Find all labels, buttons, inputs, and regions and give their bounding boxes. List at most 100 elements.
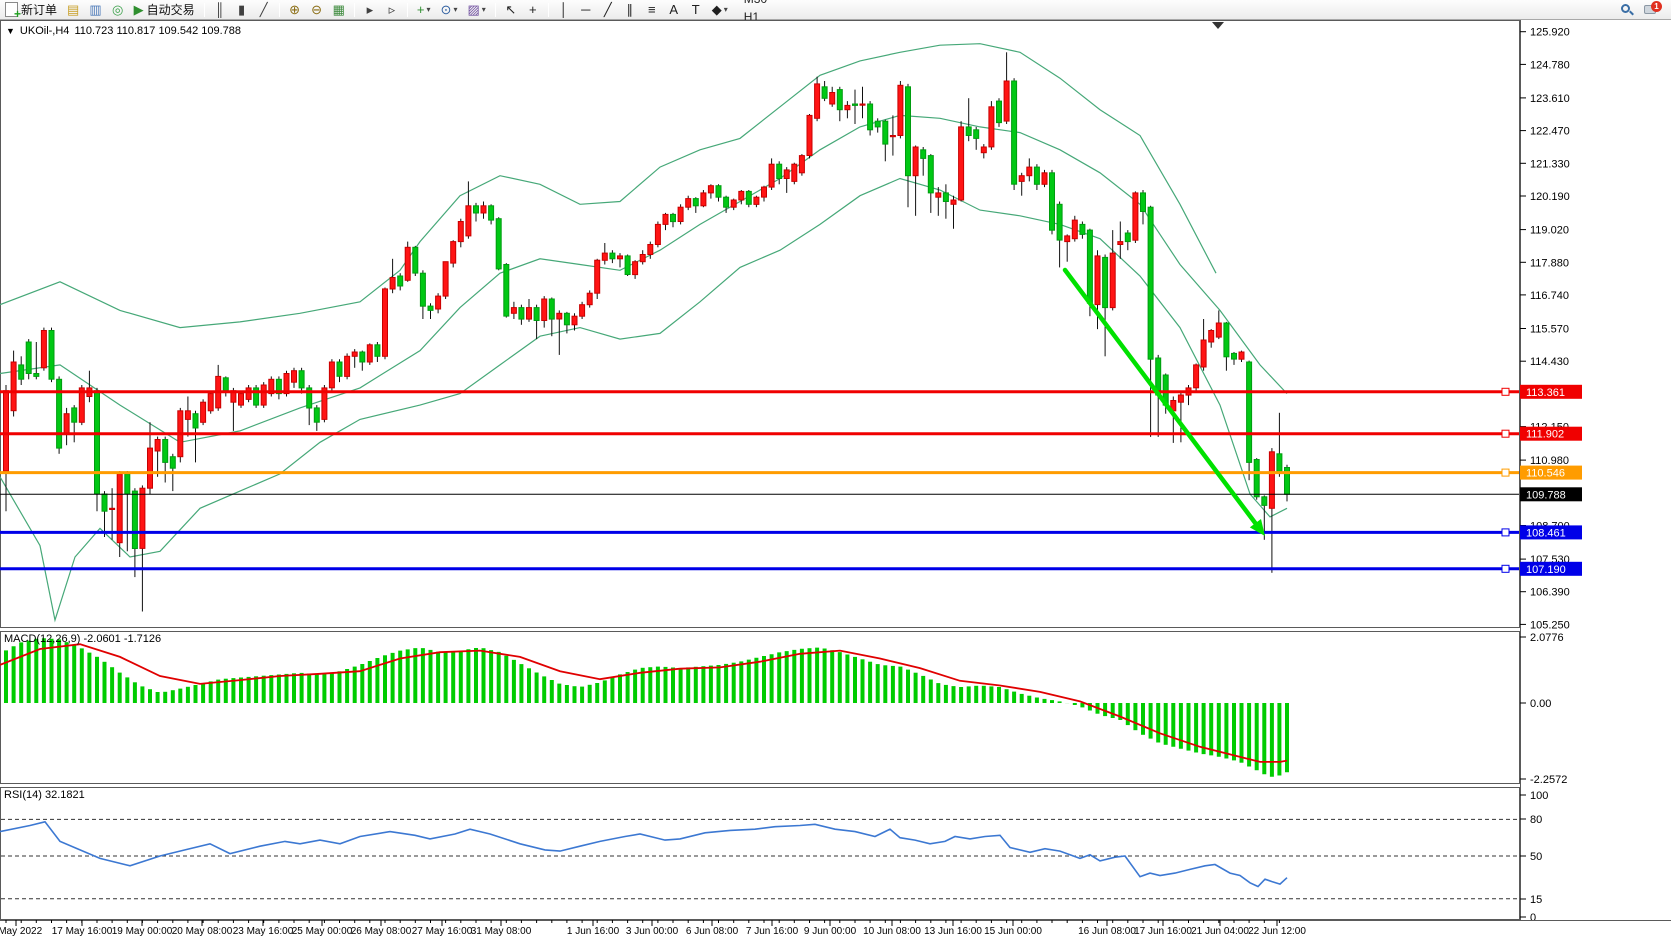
time-label: 27 May 16:00 [412, 926, 473, 937]
rsi-panel: 1008050150 [0, 790, 1548, 924]
toolbar-separator [204, 3, 205, 17]
text-label-button[interactable]: T [686, 1, 706, 19]
new-order-icon [5, 2, 18, 17]
svg-text:80: 80 [1530, 814, 1542, 826]
template-button[interactable]: ▨▾ [463, 1, 489, 19]
vertical-line-button[interactable]: │ [554, 1, 574, 19]
auto-scroll-button[interactable]: ▸ [360, 1, 380, 19]
chart-title: ▼ UKOil-,H4 110.723 110.817 109.542 109.… [6, 25, 241, 37]
timeframe-m30-button[interactable]: M30 [735, 0, 776, 8]
crosshair-button[interactable]: + [523, 1, 543, 19]
hline-110.546[interactable] [0, 469, 1519, 476]
tile-windows-icon: ▦ [333, 3, 345, 16]
svg-text:121.330: 121.330 [1530, 158, 1570, 170]
zoom-out-button[interactable]: ⊖ [307, 1, 327, 19]
svg-text:107.190: 107.190 [1526, 564, 1566, 576]
tile-windows-button[interactable]: ▦ [329, 1, 349, 19]
time-label: 25 May 00:00 [292, 926, 353, 937]
time-label: 10 Jun 08:00 [863, 926, 921, 937]
svg-text:109.788: 109.788 [1526, 489, 1566, 501]
time-label: 3 Jun 00:00 [626, 926, 679, 937]
hline-111.902[interactable] [0, 430, 1519, 437]
arrows-button[interactable]: ◆▾ [708, 1, 732, 19]
time-label: 15 Jun 00:00 [984, 926, 1042, 937]
equidistant-channel-button[interactable]: ∥ [620, 1, 640, 19]
line-chart-button[interactable]: ╱ [254, 1, 274, 19]
autotrading-icon: ▶ [134, 3, 144, 16]
toolbar-separator [548, 3, 549, 17]
text-button[interactable]: A [664, 1, 684, 19]
time-axis: 6 May 202217 May 16:0019 May 00:0020 May… [0, 920, 1671, 937]
svg-text:111.902: 111.902 [1526, 429, 1564, 441]
svg-text:15: 15 [1530, 894, 1542, 906]
time-label: 26 May 08:00 [351, 926, 412, 937]
new-order-label: 新订单 [21, 1, 57, 18]
one-click-trading-toggle[interactable]: ▼ [6, 26, 15, 36]
price-label-110.546: 110.546 [1520, 466, 1582, 480]
new-order-button[interactable]: 新订单 [1, 1, 61, 19]
price-axis: 125.920124.780123.610122.470121.330120.1… [1520, 27, 1570, 632]
candlestick-chart-button[interactable]: ▮ [232, 1, 252, 19]
symbols-button[interactable]: ▤ [63, 1, 83, 19]
autotrading-label: 自动交易 [147, 1, 195, 18]
rsi-line [0, 822, 1287, 887]
chart-canvas[interactable]: 125.920124.780123.610122.470121.330120.1… [0, 20, 1671, 937]
svg-text:110.980: 110.980 [1530, 455, 1569, 467]
search-button[interactable] [1616, 1, 1638, 19]
new-chart-icon: + [417, 3, 425, 16]
time-label: 19 May 00:00 [112, 926, 173, 937]
svg-text:125.920: 125.920 [1530, 27, 1570, 39]
horizontal-line-icon: ─ [581, 3, 590, 16]
notifications-button[interactable]: 1 [1640, 1, 1664, 19]
text-label-icon: T [692, 3, 700, 16]
svg-text:120.190: 120.190 [1530, 191, 1570, 203]
time-label: 7 Jun 16:00 [746, 926, 799, 937]
fibonacci-button[interactable]: ≡ [642, 1, 662, 19]
svg-text:122.470: 122.470 [1530, 126, 1570, 138]
zoom-in-icon: ⊕ [289, 3, 300, 16]
fibonacci-icon: ≡ [648, 3, 656, 16]
trend-arrow[interactable] [1065, 270, 1265, 536]
candlestick-chart-icon: ▮ [238, 3, 245, 16]
svg-text:110.546: 110.546 [1526, 468, 1565, 480]
horizontal-line-button[interactable]: ─ [576, 1, 596, 19]
price-label-111.902: 111.902 [1520, 427, 1582, 441]
price-label-108.461: 108.461 [1520, 525, 1582, 539]
notification-icon: 1 [1644, 3, 1660, 17]
bollinger-upper [0, 44, 1216, 328]
bar-chart-button[interactable]: ║ [210, 1, 230, 19]
svg-text:117.880: 117.880 [1530, 257, 1569, 269]
new-chart-button[interactable]: +▾ [413, 1, 435, 19]
cursor-button[interactable]: ↖ [501, 1, 521, 19]
panel-borders [1, 20, 1521, 920]
chevron-down-icon: ▾ [724, 5, 728, 14]
svg-text:106.390: 106.390 [1530, 587, 1570, 599]
chevron-down-icon: ▾ [453, 5, 457, 14]
zoom-in-button[interactable]: ⊕ [285, 1, 305, 19]
signals-button[interactable]: ◎ [108, 1, 128, 19]
time-label: 6 Jun 08:00 [686, 926, 739, 937]
hline-107.190[interactable] [0, 565, 1519, 572]
hline-108.461[interactable] [0, 529, 1519, 536]
svg-text:100: 100 [1530, 790, 1548, 802]
profiles-button[interactable]: ⊙▾ [437, 1, 462, 19]
market-window-button[interactable]: ▥ [85, 1, 105, 19]
chart-shift-marker[interactable] [1212, 22, 1224, 29]
rsi-indicator-label: RSI(14) 32.1821 [4, 789, 85, 801]
time-label: 21 Jun 04:00 [1191, 926, 1249, 937]
toolbar-separator [407, 3, 408, 17]
autotrading-button[interactable]: ▶自动交易 [130, 1, 199, 19]
svg-text:124.780: 124.780 [1530, 59, 1570, 71]
time-label: 16 Jun 08:00 [1078, 926, 1136, 937]
svg-text:-2.2572: -2.2572 [1530, 774, 1567, 786]
toolbar-separator [279, 3, 280, 17]
market-window-icon: ▥ [89, 3, 101, 16]
current-price-label: 109.788 [1520, 487, 1582, 501]
candles-layer [4, 52, 1290, 611]
trendline-button[interactable]: ╱ [598, 1, 618, 19]
notification-badge: 1 [1651, 1, 1662, 12]
vertical-line-icon: │ [560, 3, 568, 16]
svg-text:116.740: 116.740 [1530, 290, 1569, 302]
line-chart-icon: ╱ [260, 3, 268, 16]
chart-shift-button[interactable]: ▹ [382, 1, 402, 19]
